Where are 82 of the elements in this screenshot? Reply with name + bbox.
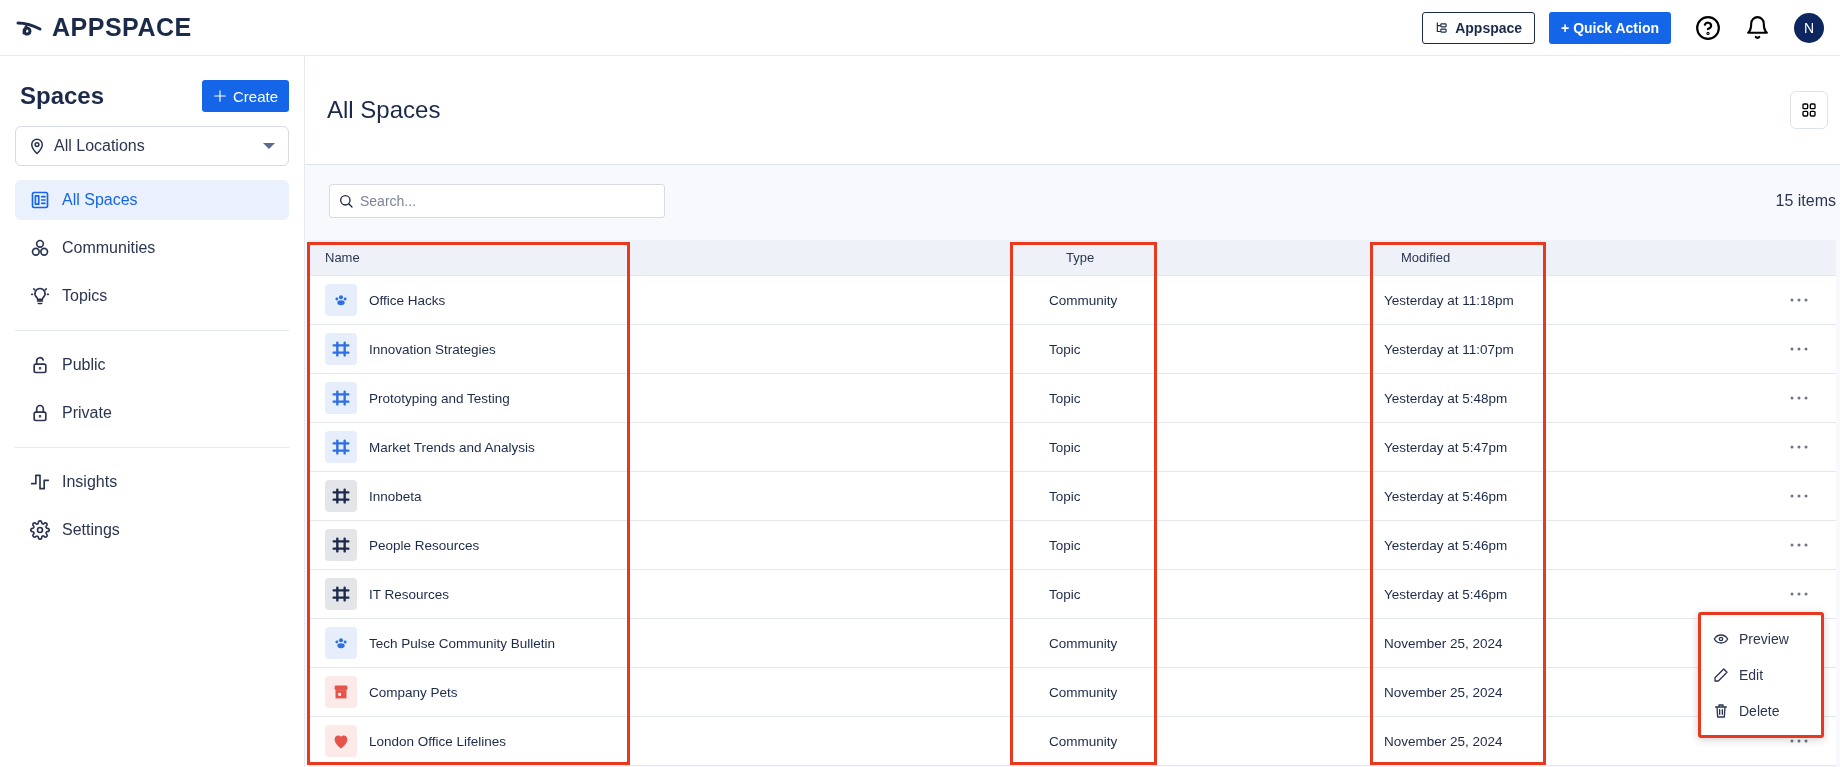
column-header[interactable]: Modified — [1384, 250, 1451, 265]
help-icon — [1695, 14, 1721, 41]
circles-icon — [30, 238, 50, 258]
trash-icon — [1713, 703, 1729, 719]
table-cell: Community — [1049, 635, 1118, 651]
hierarchy-icon — [1435, 20, 1450, 35]
page-title: All Spaces — [327, 96, 441, 124]
table-cell: Yesterday at 5:46pm — [1384, 488, 1508, 504]
sidebar-item[interactable]: All Spaces — [15, 180, 289, 220]
pin-icon — [28, 137, 46, 155]
table-cell: November 25, 2024 — [1384, 684, 1503, 700]
ellipsis-icon — [1790, 445, 1808, 449]
search-icon — [338, 193, 354, 209]
space-name[interactable]: London Office Lifelines — [369, 733, 507, 749]
logo-text: APPSPACE — [52, 13, 192, 42]
table-cell: Yesterday at 5:48pm — [1384, 390, 1508, 406]
space-name[interactable]: Prototyping and Testing — [369, 390, 510, 406]
item-count: 15 items — [1775, 192, 1836, 210]
ellipsis-icon — [1790, 543, 1808, 547]
sidebar-item[interactable]: Communities — [15, 228, 289, 268]
location-select[interactable]: All Locations — [15, 126, 289, 166]
space-name[interactable]: Tech Pulse Community Bulletin — [369, 635, 556, 651]
table-cell: Yesterday at 5:46pm — [1384, 537, 1508, 553]
notifications-button[interactable] — [1745, 15, 1770, 40]
grid-view-button[interactable] — [1790, 91, 1828, 129]
table-cell: Topic — [1049, 439, 1081, 455]
user-avatar[interactable]: N — [1794, 12, 1824, 43]
lightbulb-icon — [30, 286, 50, 306]
spaces-icon — [30, 190, 50, 210]
search-field[interactable]: Search... — [329, 184, 665, 218]
table-cell: Topic — [1049, 537, 1081, 553]
caret-icon — [262, 142, 276, 150]
lock-icon — [30, 403, 50, 423]
sidebar-item[interactable]: Public — [15, 345, 289, 385]
table-cell: Yesterday at 5:46pm — [1384, 586, 1508, 602]
ellipsis-icon — [1790, 396, 1808, 400]
table-cell: Yesterday at 11:18pm — [1384, 292, 1514, 308]
ellipsis-icon — [1790, 592, 1808, 596]
space-name[interactable]: People Resources — [369, 537, 480, 553]
space-name[interactable]: Innovation Strategies — [369, 341, 496, 357]
ellipsis-icon — [1790, 739, 1808, 743]
table-cell: Community — [1049, 684, 1118, 700]
ellipsis-icon — [1790, 347, 1808, 351]
sidebar-item[interactable]: Private — [15, 393, 289, 433]
table-cell: Community — [1049, 733, 1118, 749]
menu-item[interactable]: Preview — [1701, 621, 1821, 657]
table-cell: Yesterday at 11:07pm — [1384, 341, 1514, 357]
grid-icon — [1801, 102, 1817, 118]
table-cell: Yesterday at 5:47pm — [1384, 439, 1508, 455]
settings-icon — [30, 520, 50, 540]
help-button[interactable] — [1695, 14, 1721, 41]
table-cell: Topic — [1049, 586, 1081, 602]
menu-item[interactable]: Edit — [1701, 657, 1821, 693]
table-cell: Community — [1049, 292, 1118, 308]
ellipsis-icon — [1790, 298, 1808, 302]
pencil-icon — [1713, 667, 1729, 683]
column-header[interactable]: Name — [308, 250, 360, 265]
ellipsis-icon — [1790, 494, 1808, 498]
space-name[interactable]: Innobeta — [369, 488, 422, 504]
table-cell: November 25, 2024 — [1384, 733, 1503, 749]
column-header[interactable]: Type — [1049, 250, 1095, 265]
pulse-icon — [30, 472, 50, 492]
menu-item[interactable]: Delete — [1701, 693, 1821, 729]
space-name[interactable]: Office Hacks — [369, 292, 446, 308]
space-name[interactable]: IT Resources — [369, 586, 450, 602]
plus-icon — [212, 89, 227, 103]
eye-icon — [1713, 631, 1729, 647]
table-cell: Topic — [1049, 488, 1081, 504]
quick-action-button[interactable]: + Quick Action — [1549, 11, 1671, 44]
sidebar-item[interactable]: Topics — [15, 276, 289, 316]
space-name[interactable]: Market Trends and Analysis — [369, 439, 535, 455]
create-button[interactable]: Create — [201, 80, 289, 112]
space-name[interactable]: Company Pets — [369, 684, 458, 700]
sidebar-title: Spaces — [20, 82, 105, 110]
sidebar-item[interactable]: Insights — [15, 462, 289, 502]
unlock-icon — [30, 355, 50, 375]
bell-icon — [1745, 15, 1770, 40]
table-cell: November 25, 2024 — [1384, 635, 1503, 651]
workspace-button[interactable]: Appspace — [1422, 11, 1536, 44]
sidebar-item[interactable]: Settings — [15, 510, 289, 550]
table-cell: Topic — [1049, 341, 1081, 357]
table-cell: Topic — [1049, 390, 1081, 406]
